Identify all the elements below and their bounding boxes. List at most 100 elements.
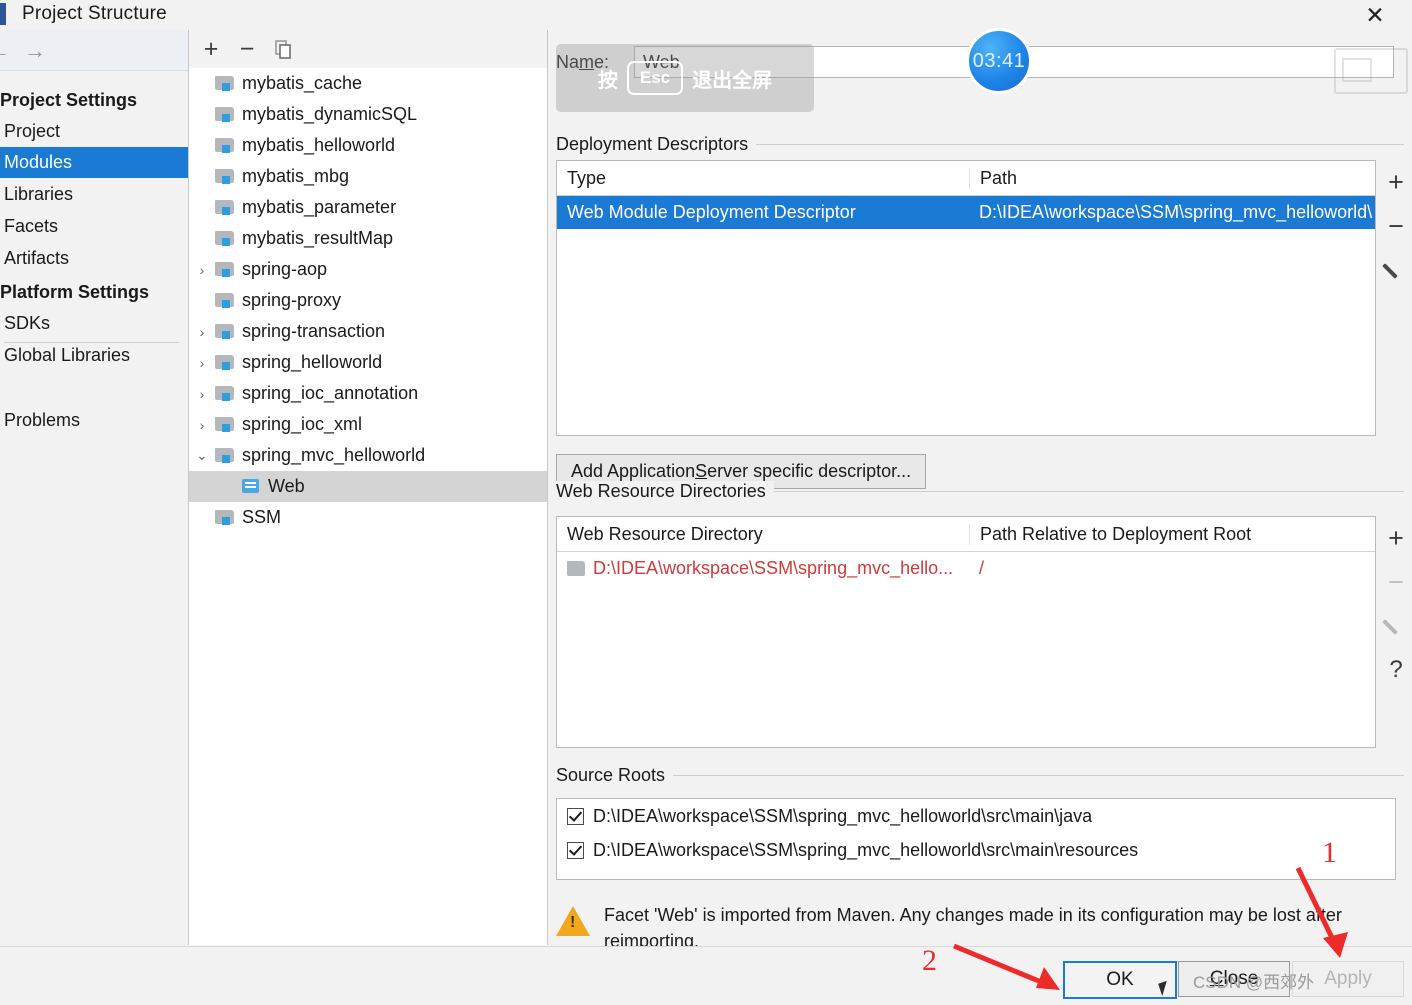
module-folder-icon <box>215 199 235 216</box>
ok-button[interactable]: OK <box>1063 961 1177 999</box>
module-folder-icon <box>215 354 235 371</box>
add-module-icon[interactable]: + <box>197 35 225 63</box>
deployment-descriptors-header: Type Path <box>557 161 1375 196</box>
module-folder-icon <box>215 75 235 92</box>
add-descriptor-icon[interactable]: + <box>1379 160 1412 204</box>
tree-row[interactable]: › spring_ioc_annotation <box>189 378 547 409</box>
chevron-right-icon[interactable]: › <box>189 262 215 278</box>
tree-row[interactable]: Web <box>189 471 547 502</box>
tree-row[interactable]: › spring-aop <box>189 254 547 285</box>
tree-row-label: spring-transaction <box>242 321 386 341</box>
remove-descriptor-icon[interactable]: − <box>1379 204 1412 248</box>
source-roots-title: Source Roots <box>556 765 674 786</box>
close-icon[interactable]: ✕ <box>1352 0 1398 30</box>
close-button[interactable]: Close <box>1178 961 1290 997</box>
module-tree-list[interactable]: mybatis_cache mybatis_dynamicSQL mybatis_h… <box>189 68 547 945</box>
source-root-row[interactable]: D:\IDEA\workspace\SSM\spring_mvc_hellowo… <box>557 833 1395 867</box>
tree-row[interactable]: mybatis_cache <box>189 68 547 99</box>
web-facet-icon <box>241 478 261 495</box>
tree-row[interactable]: spring-proxy <box>189 285 547 316</box>
settings-sidebar: ← → Project Settings Platform Settings Pro… <box>0 30 189 945</box>
forward-arrow-icon[interactable]: → <box>20 38 50 64</box>
tree-row-label: mybatis_helloworld <box>242 135 396 155</box>
source-root-row[interactable]: D:\IDEA\workspace\SSM\spring_mvc_hellowo… <box>557 799 1395 833</box>
sidebar-item-sdks[interactable]: SDKs <box>0 308 188 339</box>
remove-module-icon[interactable]: − <box>233 35 261 63</box>
sidebar-item-project[interactable]: Project <box>0 116 188 147</box>
sidebar-item-facets[interactable]: Facets <box>0 211 188 242</box>
annotation-number-2: 2 <box>922 944 937 977</box>
tree-row[interactable]: mybatis_resultMap <box>189 223 547 254</box>
tree-row[interactable]: mybatis_mbg <box>189 161 547 192</box>
source-root-checkbox[interactable] <box>567 807 584 825</box>
chevron-down-icon[interactable]: ⌄ <box>189 447 215 464</box>
deployment-descriptors-table[interactable]: Type Path Web Module Deployment Descript… <box>556 160 1376 436</box>
dialog-button-bar: OK Close Apply <box>0 946 1412 1005</box>
chevron-right-icon[interactable]: › <box>189 355 215 371</box>
remove-web-resource-icon[interactable]: − <box>1379 560 1412 604</box>
table-row[interactable]: Web Module Deployment Descriptor D:\IDEA… <box>557 196 1375 229</box>
descriptor-path-cell: D:\IDEA\workspace\SSM\spring_mvc_hellowo… <box>979 202 1373 222</box>
name-label: Name: <box>556 52 610 72</box>
module-folder-icon <box>215 261 235 278</box>
source-root-path: D:\IDEA\workspace\SSM\spring_mvc_hellowo… <box>593 839 1139 860</box>
table-row[interactable]: D:\IDEA\workspace\SSM\spring_mvc_hello..… <box>557 552 1375 585</box>
sidebar-nav-bar: ← → <box>0 30 188 71</box>
web-resource-directories-header: Web Resource Directory Path Relative to … <box>557 517 1375 552</box>
column-header-web-resource-directory: Web Resource Directory <box>567 523 763 544</box>
folder-icon <box>567 561 585 576</box>
column-header-relative-path: Path Relative to Deployment Root <box>969 523 1375 545</box>
relative-path-cell: / <box>979 558 985 578</box>
tree-row-label: spring_ioc_annotation <box>242 383 419 403</box>
web-resource-help-icon[interactable]: ? <box>1379 648 1412 692</box>
column-header-path: Path <box>969 167 1375 189</box>
window-title: Project Structure <box>22 3 167 24</box>
facet-detail-panel: Name: Deployment Descriptors Type Path W… <box>548 30 1412 951</box>
tree-row-label: spring-proxy <box>242 290 342 310</box>
chevron-right-icon[interactable]: › <box>189 386 215 402</box>
web-resource-directories-toolbar: + − ? <box>1376 516 1412 692</box>
tree-row[interactable]: › spring-transaction <box>189 316 547 347</box>
sidebar-item-modules[interactable]: Modules <box>0 147 188 178</box>
copy-module-icon[interactable] <box>269 36 297 62</box>
module-folder-icon <box>215 137 235 154</box>
deployment-descriptors-title: Deployment Descriptors <box>556 134 757 155</box>
web-resource-directories-table[interactable]: Web Resource Directory Path Relative to … <box>556 516 1376 748</box>
back-arrow-icon[interactable]: ← <box>0 38 14 64</box>
tree-row[interactable]: ⌄ spring_mvc_helloworld <box>189 440 547 471</box>
module-folder-icon <box>215 323 235 340</box>
module-folder-icon <box>215 168 235 185</box>
source-roots-list[interactable]: D:\IDEA\workspace\SSM\spring_mvc_hellowo… <box>556 798 1396 880</box>
tree-row[interactable]: › spring_ioc_xml <box>189 409 547 440</box>
sidebar-item-libraries[interactable]: Libraries <box>0 179 188 210</box>
sidebar-item-problems[interactable]: Problems <box>0 405 188 436</box>
annotation-number-1: 1 <box>1322 836 1337 869</box>
tree-row[interactable]: mybatis_dynamicSQL <box>189 99 547 130</box>
tree-row-label: mybatis_cache <box>242 73 363 93</box>
module-folder-icon <box>215 106 235 123</box>
tree-row-label: spring-aop <box>242 259 328 279</box>
web-resource-directory-cell: D:\IDEA\workspace\SSM\spring_mvc_hello..… <box>557 558 969 579</box>
source-roots-rule <box>556 775 1404 776</box>
source-root-checkbox[interactable] <box>567 841 584 859</box>
tree-row-label: spring_helloworld <box>242 352 383 372</box>
edit-web-resource-icon[interactable] <box>1379 604 1412 648</box>
module-folder-icon <box>215 416 235 433</box>
edit-descriptor-icon[interactable] <box>1379 248 1412 292</box>
tree-row[interactable]: mybatis_helloworld <box>189 130 547 161</box>
tree-row[interactable]: › spring_helloworld <box>189 347 547 378</box>
sidebar-item-global-libraries[interactable]: Global Libraries <box>0 340 188 371</box>
chevron-right-icon[interactable]: › <box>189 324 215 340</box>
tree-row[interactable]: mybatis_parameter <box>189 192 547 223</box>
add-web-resource-icon[interactable]: + <box>1379 516 1412 560</box>
tree-row-label: SSM <box>242 507 282 527</box>
sidebar-divider <box>4 342 179 343</box>
apply-button: Apply <box>1292 961 1404 997</box>
module-folder-icon <box>215 385 235 402</box>
tree-row[interactable]: SSM <box>189 502 547 533</box>
tree-row-label: spring_ioc_xml <box>242 414 363 434</box>
sidebar-item-artifacts[interactable]: Artifacts <box>0 243 188 274</box>
tree-row-label: mybatis_mbg <box>242 166 350 186</box>
recording-timer-badge: 03:41 <box>966 28 1032 94</box>
chevron-right-icon[interactable]: › <box>189 417 215 433</box>
